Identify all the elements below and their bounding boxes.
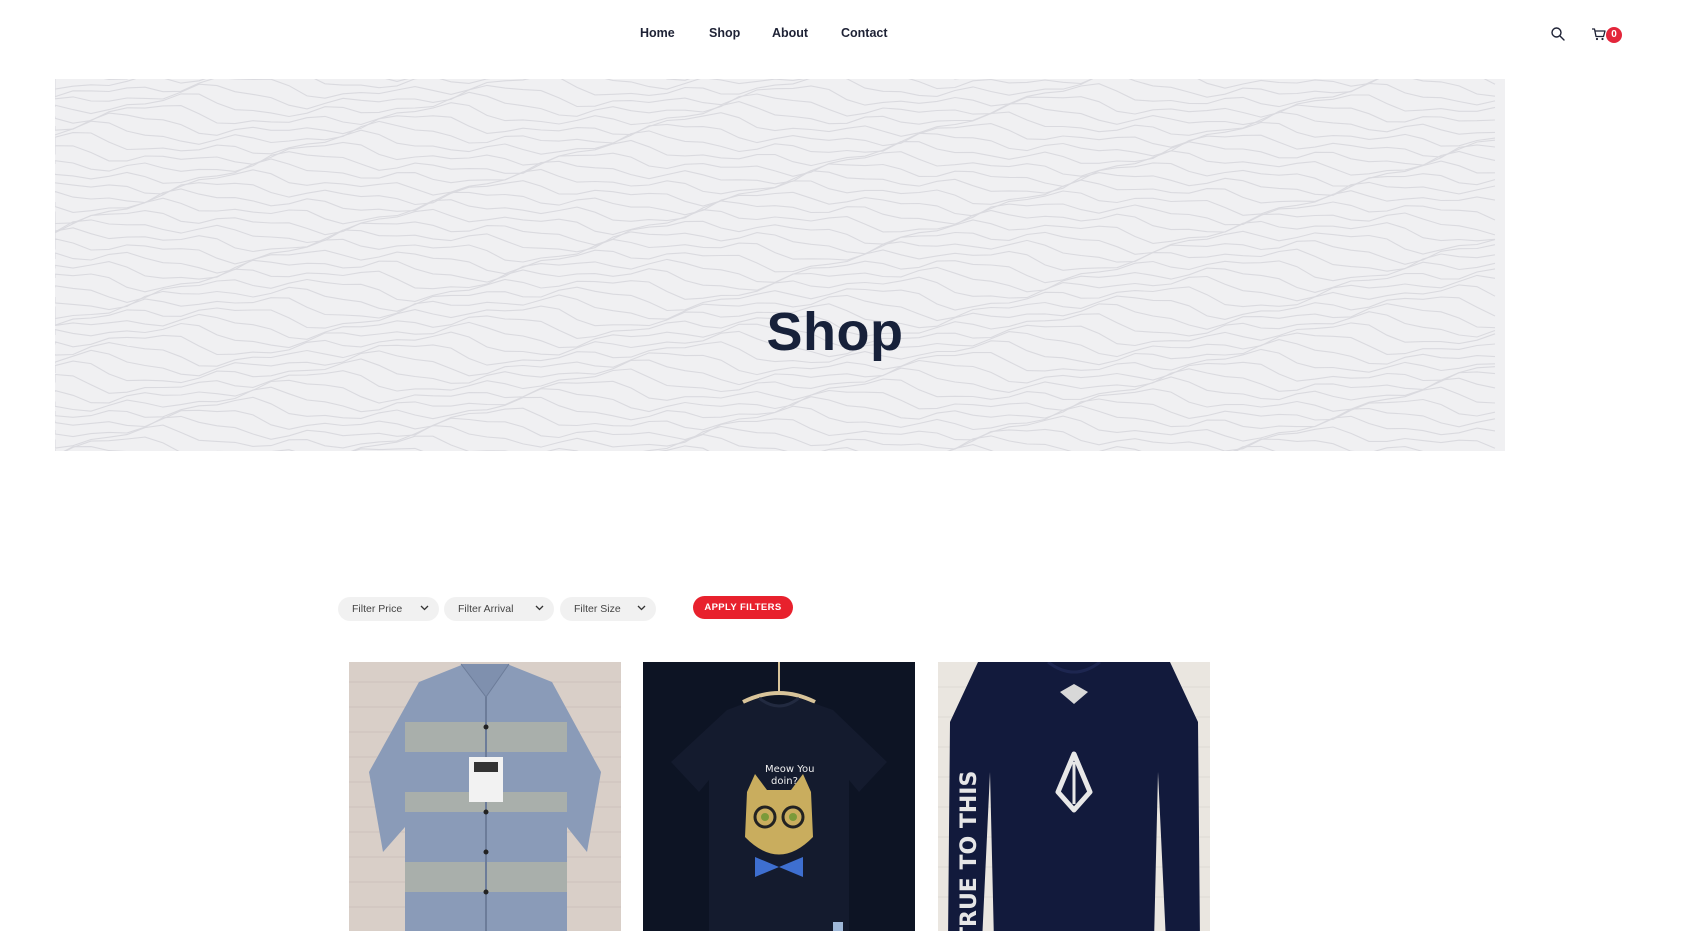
filter-arrival-label: Filter Arrival: [458, 603, 514, 615]
nav-shop-link[interactable]: Shop: [709, 26, 740, 40]
svg-text:Meow You: Meow You: [765, 764, 815, 775]
search-icon[interactable]: [1550, 26, 1568, 44]
site-header: Home Shop About Contact 0: [0, 0, 1683, 72]
filter-size-label: Filter Size: [574, 603, 621, 615]
filter-price-dropdown[interactable]: Filter Price: [338, 597, 439, 621]
nav-contact-link[interactable]: Contact: [841, 26, 888, 40]
product-card-blue-shirt[interactable]: [349, 662, 621, 931]
filter-price-label: Filter Price: [352, 603, 403, 615]
svg-text:TRUE TO THIS: TRUE TO THIS: [957, 771, 982, 931]
chevron-down-icon: [535, 605, 544, 611]
topographic-pattern: [55, 79, 1496, 451]
product-image-long-sleeve: TRUE TO THIS: [938, 662, 1210, 931]
chevron-down-icon: [420, 605, 429, 611]
apply-filters-button[interactable]: APPLY FILTERS: [693, 596, 793, 619]
chevron-down-icon: [637, 605, 646, 611]
product-image-button-shirt: [349, 662, 621, 931]
cart-count-badge: 0: [1606, 27, 1622, 43]
nav-home-link[interactable]: Home: [640, 26, 675, 40]
nav-about-link[interactable]: About: [772, 26, 808, 40]
svg-text:doin?: doin?: [771, 776, 798, 787]
product-image-cat-tshirt: Meow You doin?: [643, 662, 915, 931]
page-title: Shop: [766, 302, 904, 362]
product-card-cat-tshirt[interactable]: Meow You doin?: [643, 662, 915, 931]
filter-size-dropdown[interactable]: Filter Size: [560, 597, 656, 621]
hero-banner: Shop: [55, 79, 1505, 451]
filter-arrival-dropdown[interactable]: Filter Arrival: [444, 597, 554, 621]
product-card-long-sleeve[interactable]: TRUE TO THIS: [938, 662, 1210, 931]
